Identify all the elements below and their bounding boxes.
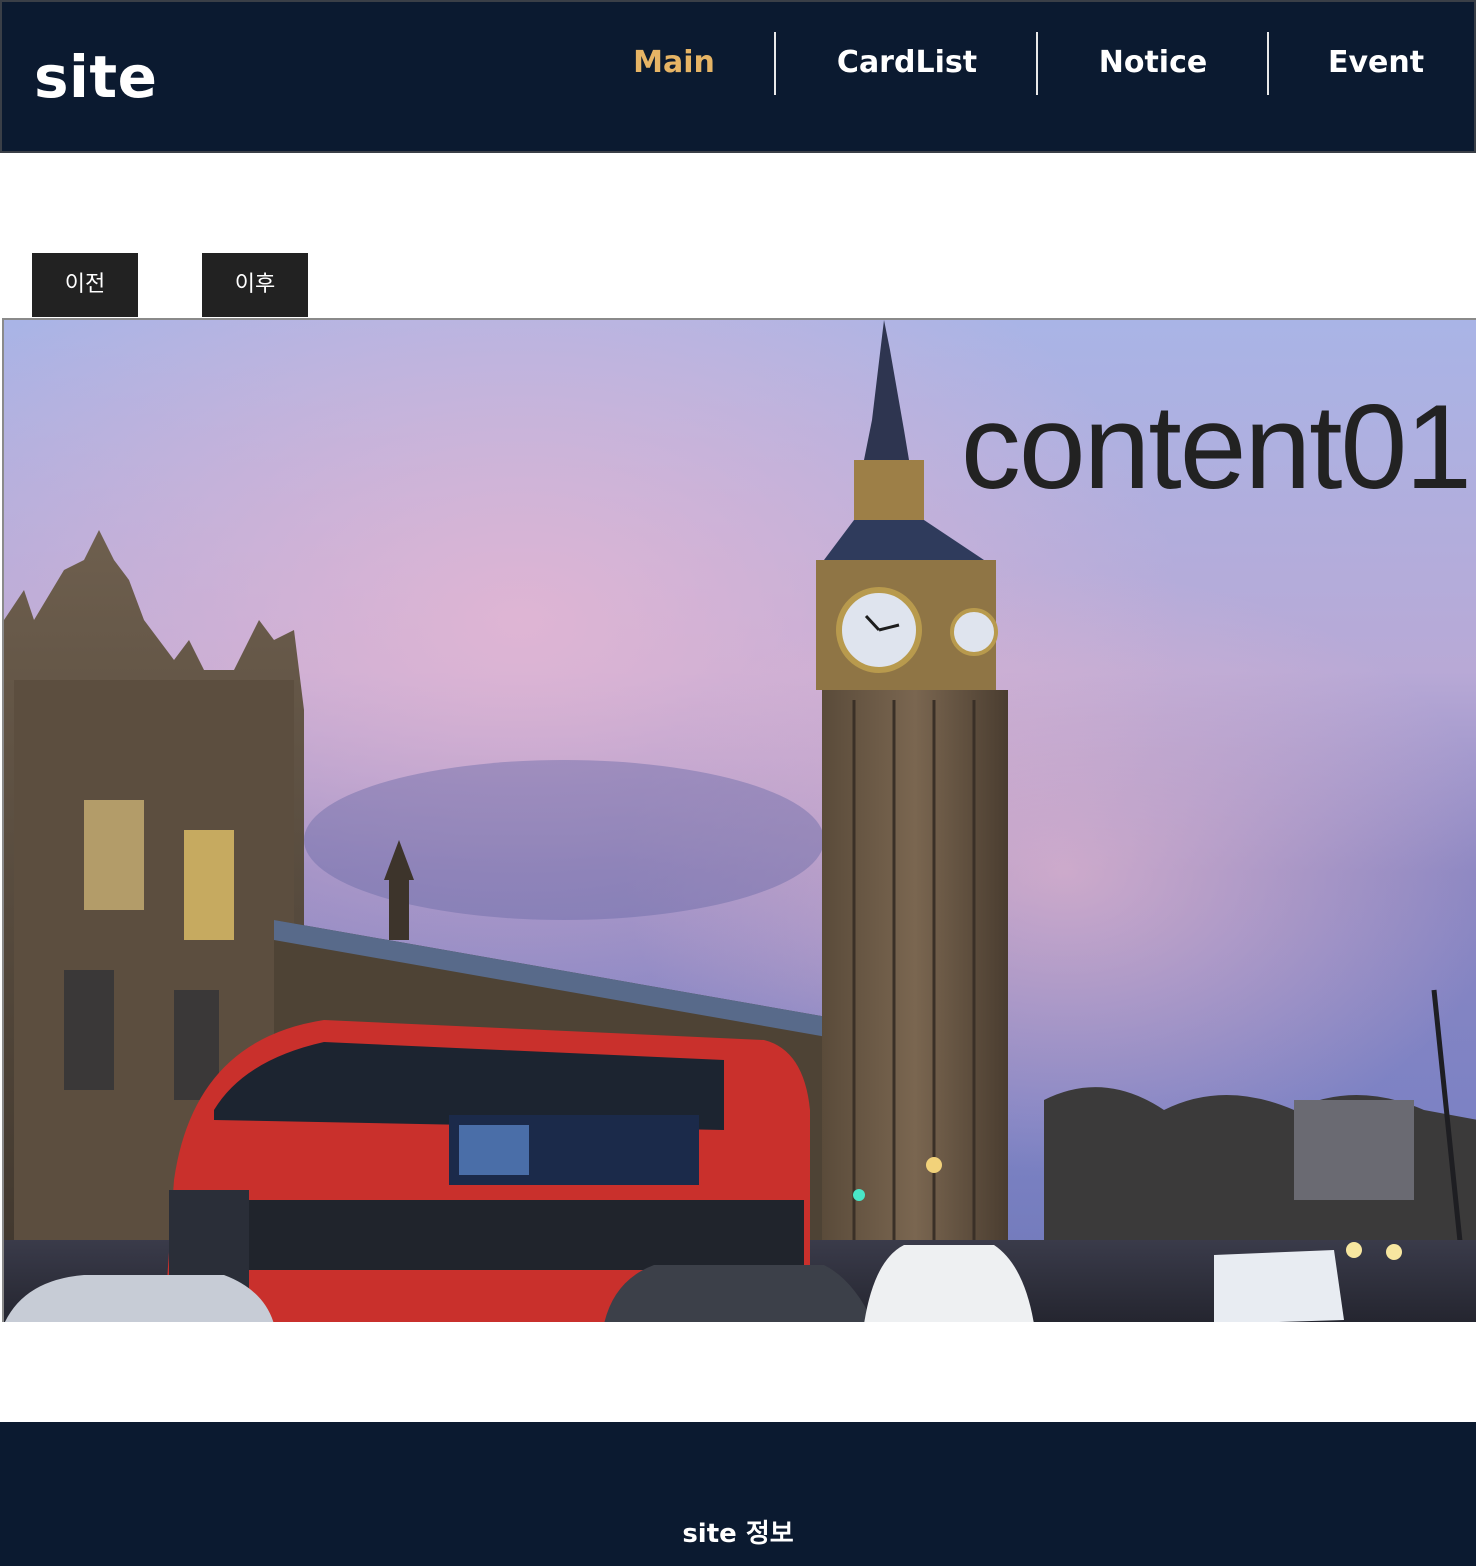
slide-title: content01 [960,380,1472,514]
footer-info: site 정보 [682,1519,794,1549]
nav-item-main[interactable]: Main [632,30,716,96]
nav-item-cardlist[interactable]: CardList [834,30,980,96]
nav-item-notice[interactable]: Notice [1097,30,1209,96]
nav-divider [1036,32,1038,95]
main-nav: Main CardList Notice Event [2,30,1476,96]
prev-button[interactable]: 이전 [32,253,138,317]
nav-divider [774,32,776,95]
nav-divider [1267,32,1269,95]
slide-content01: content01 [2,318,1476,1322]
next-button[interactable]: 이후 [202,253,308,317]
site-footer: site 정보 [0,1422,1476,1566]
nav-item-event[interactable]: Event [1328,30,1424,96]
site-header: site Main CardList Notice Event [0,0,1476,153]
